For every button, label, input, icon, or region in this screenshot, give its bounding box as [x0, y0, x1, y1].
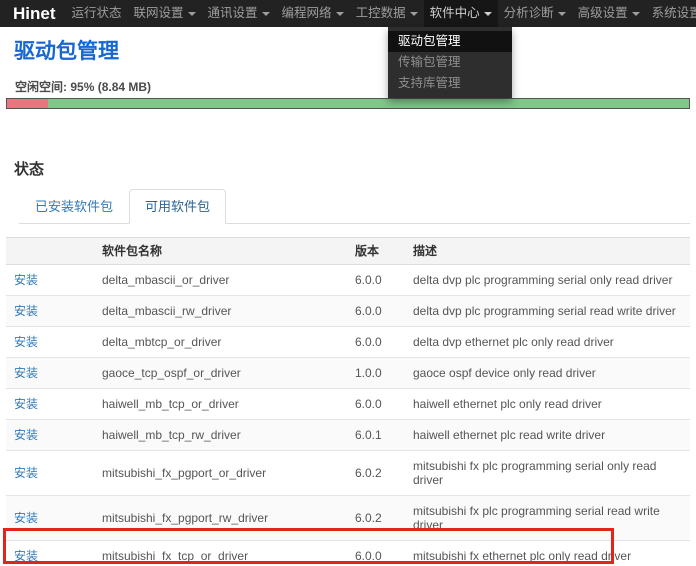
status-section-title: 状态 — [14, 161, 690, 179]
free-space-progressbar — [6, 98, 690, 109]
dropdown-item-驱动包管理[interactable]: 驱动包管理 — [388, 31, 512, 52]
header-version: 版本 — [347, 238, 405, 265]
nav-item-软件中心[interactable]: 软件中心 — [424, 0, 498, 27]
nav-item-系统设置[interactable]: 系统设置 — [646, 0, 696, 27]
package-name-cell: mitsubishi_fx_pgport_rw_driver — [94, 496, 347, 541]
version-cell: 6.0.2 — [347, 496, 405, 541]
table-row: 安装 delta_mbascii_rw_driver 6.0.0 delta d… — [6, 296, 690, 327]
nav-item-通讯设置[interactable]: 通讯设置 — [202, 0, 276, 27]
header-package-name: 软件包名称 — [94, 238, 347, 265]
nav-item-联网设置[interactable]: 联网设置 — [128, 0, 202, 27]
chevron-down-icon — [410, 12, 418, 16]
dropdown-item-支持库管理[interactable]: 支持库管理 — [388, 73, 512, 94]
package-name-cell: gaoce_tcp_ospf_or_driver — [94, 358, 347, 389]
table-row: 安装 gaoce_tcp_ospf_or_driver 1.0.0 gaoce … — [6, 358, 690, 389]
package-name-cell: haiwell_mb_tcp_rw_driver — [94, 420, 347, 451]
install-link[interactable]: 安装 — [14, 511, 38, 525]
page-title: 驱动包管理 — [14, 40, 690, 64]
version-cell: 1.0.0 — [347, 358, 405, 389]
software-center-dropdown: 驱动包管理传输包管理支持库管理 — [388, 27, 512, 98]
chevron-down-icon — [484, 12, 492, 16]
version-cell: 6.0.0 — [347, 327, 405, 358]
nav-item-编程网络[interactable]: 编程网络 — [276, 0, 350, 27]
chevron-down-icon — [188, 12, 196, 16]
nav-menu: 运行状态 联网设置 通讯设置 编程网络 工控数据 软件中心 分析诊断 高级设置 … — [66, 0, 696, 27]
install-link[interactable]: 安装 — [14, 273, 38, 287]
version-cell: 6.0.0 — [347, 296, 405, 327]
main-content: 驱动包管理 空闲空间: 95% (8.84 MB) 状态 已安装软件包可用软件包… — [0, 40, 696, 566]
header-action — [6, 238, 94, 265]
chevron-down-icon — [262, 12, 270, 16]
free-space-label: 空闲空间: 95% (8.84 MB) — [15, 80, 690, 95]
nav-item-运行状态[interactable]: 运行状态 — [66, 0, 128, 27]
chevron-down-icon — [336, 12, 344, 16]
version-cell: 6.0.0 — [347, 265, 405, 296]
description-cell: delta dvp plc programming serial read wr… — [405, 296, 690, 327]
brand-logo[interactable]: Hinet — [13, 0, 56, 27]
package-name-cell: mitsubishi_fx_tcp_or_driver — [94, 541, 347, 566]
description-cell: delta dvp ethernet plc only read driver — [405, 327, 690, 358]
install-link[interactable]: 安装 — [14, 466, 38, 480]
chevron-down-icon — [558, 12, 566, 16]
table-row: 安装 mitsubishi_fx_pgport_or_driver 6.0.2 … — [6, 451, 690, 496]
install-link[interactable]: 安装 — [14, 366, 38, 380]
nav-item-高级设置[interactable]: 高级设置 — [572, 0, 646, 27]
package-name-cell: delta_mbascii_rw_driver — [94, 296, 347, 327]
install-link[interactable]: 安装 — [14, 335, 38, 349]
version-cell: 6.0.2 — [347, 451, 405, 496]
description-cell: mitsubishi fx plc programming serial rea… — [405, 496, 690, 541]
header-description: 描述 — [405, 238, 690, 265]
install-link[interactable]: 安装 — [14, 549, 38, 563]
free-space-value: 95% (8.84 MB) — [70, 80, 151, 94]
description-cell: gaoce ospf device only read driver — [405, 358, 690, 389]
version-cell: 6.0.0 — [347, 541, 405, 566]
description-cell: mitsubishi fx ethernet plc only read dri… — [405, 541, 690, 566]
progress-free-segment — [48, 99, 689, 108]
nav-item-工控数据[interactable]: 工控数据 — [350, 0, 424, 27]
package-tabs: 已安装软件包可用软件包 — [19, 189, 690, 224]
install-link[interactable]: 安装 — [14, 304, 38, 318]
free-space-caption: 空闲空间: — [15, 80, 67, 94]
install-link[interactable]: 安装 — [14, 428, 38, 442]
package-name-cell: haiwell_mb_tcp_or_driver — [94, 389, 347, 420]
progress-used-segment — [7, 99, 48, 108]
table-row: 安装 delta_mbtcp_or_driver 6.0.0 delta dvp… — [6, 327, 690, 358]
table-header: 软件包名称 版本 描述 — [6, 238, 690, 265]
table-row: 安装 delta_mbascii_or_driver 6.0.0 delta d… — [6, 265, 690, 296]
package-name-cell: delta_mbascii_or_driver — [94, 265, 347, 296]
install-link[interactable]: 安装 — [14, 397, 38, 411]
version-cell: 6.0.1 — [347, 420, 405, 451]
tab-已安装软件包[interactable]: 已安装软件包 — [19, 189, 129, 224]
chevron-down-icon — [632, 12, 640, 16]
package-name-cell: mitsubishi_fx_pgport_or_driver — [94, 451, 347, 496]
top-navbar: Hinet 运行状态 联网设置 通讯设置 编程网络 工控数据 软件中心 分析诊断… — [0, 0, 696, 27]
table-row: 安装 haiwell_mb_tcp_or_driver 6.0.0 haiwel… — [6, 389, 690, 420]
description-cell: haiwell ethernet plc only read driver — [405, 389, 690, 420]
table-row: 安装 mitsubishi_fx_pgport_rw_driver 6.0.2 … — [6, 496, 690, 541]
package-table: 软件包名称 版本 描述 安装 delta_mbascii_or_driver 6… — [6, 237, 690, 566]
version-cell: 6.0.0 — [347, 389, 405, 420]
tab-可用软件包[interactable]: 可用软件包 — [129, 189, 226, 224]
description-cell: haiwell ethernet plc read write driver — [405, 420, 690, 451]
description-cell: mitsubishi fx plc programming serial onl… — [405, 451, 690, 496]
table-row: 安装 haiwell_mb_tcp_rw_driver 6.0.1 haiwel… — [6, 420, 690, 451]
table-row: 安装 mitsubishi_fx_tcp_or_driver 6.0.0 mit… — [6, 541, 690, 566]
package-name-cell: delta_mbtcp_or_driver — [94, 327, 347, 358]
nav-item-分析诊断[interactable]: 分析诊断 — [498, 0, 572, 27]
dropdown-item-传输包管理[interactable]: 传输包管理 — [388, 52, 512, 73]
description-cell: delta dvp plc programming serial only re… — [405, 265, 690, 296]
